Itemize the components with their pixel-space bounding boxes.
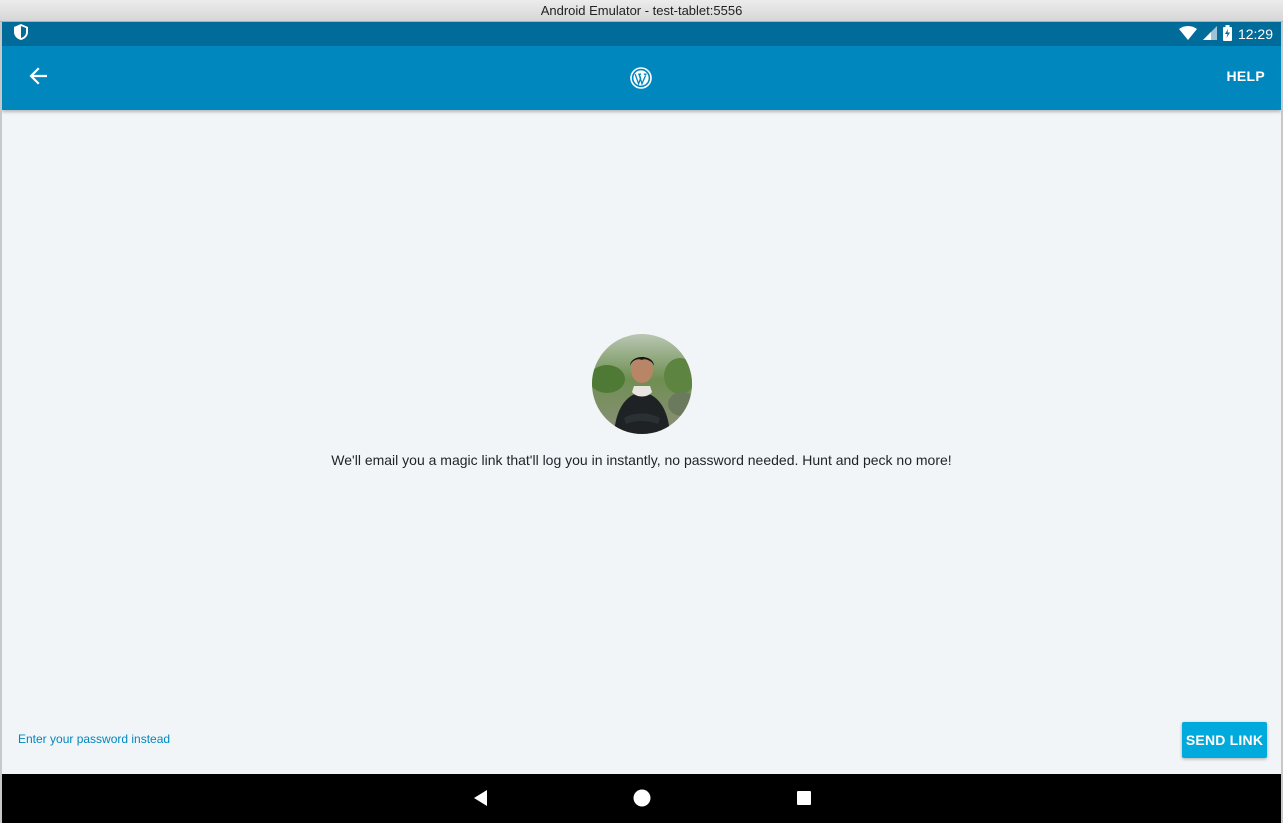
magic-link-message: We'll email you a magic link that'll log… <box>331 452 952 468</box>
device-screen: 12:29 HELP We'll email you a magic link … <box>2 22 1281 823</box>
send-link-button[interactable]: SEND LINK <box>1182 722 1267 758</box>
app-bar: HELP <box>2 46 1281 110</box>
back-triangle-icon[interactable] <box>471 788 489 813</box>
avatar <box>592 334 692 434</box>
recents-square-icon[interactable] <box>795 788 813 813</box>
window-title: Android Emulator - test-tablet:5556 <box>540 3 743 18</box>
status-icons: 12:29 <box>1178 24 1273 44</box>
status-bar: 12:29 <box>2 22 1281 46</box>
help-button[interactable]: HELP <box>1226 68 1265 84</box>
emulator-titlebar: Android Emulator - test-tablet:5556 <box>0 0 1283 22</box>
home-circle-icon[interactable] <box>632 788 652 813</box>
arrow-left-icon <box>29 66 48 90</box>
navigation-bar <box>2 774 1281 823</box>
enter-password-link[interactable]: Enter your password instead <box>18 732 170 746</box>
status-time: 12:29 <box>1237 26 1273 42</box>
magic-link-content: We'll email you a magic link that'll log… <box>2 110 1281 774</box>
shield-icon <box>14 23 28 45</box>
battery-charging-icon <box>1222 24 1232 44</box>
wordpress-logo-icon <box>630 67 652 89</box>
back-button[interactable] <box>24 64 52 92</box>
signal-icon <box>1202 25 1217 43</box>
wifi-icon <box>1178 25 1197 43</box>
